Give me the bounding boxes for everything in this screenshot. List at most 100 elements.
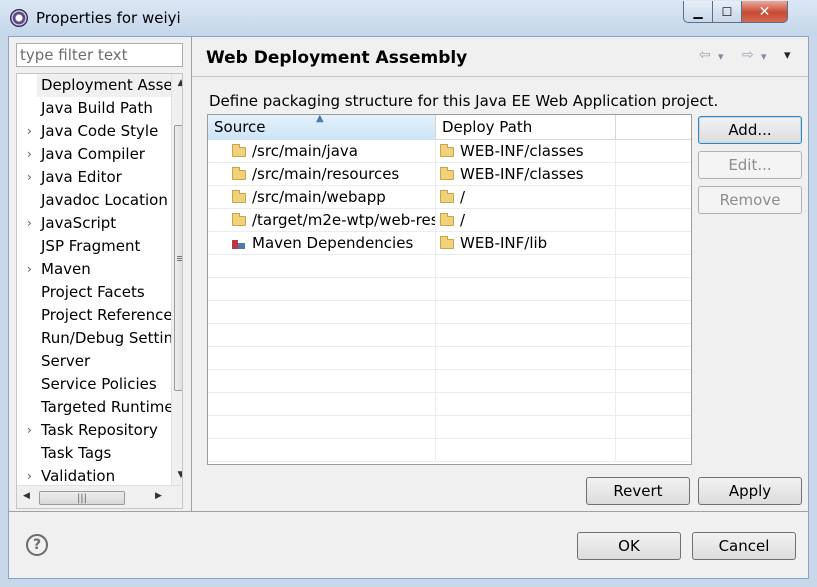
source-cell	[208, 416, 436, 439]
forward-dropdown-icon[interactable]: ▾	[761, 50, 767, 63]
tree-item-label: Java Editor	[41, 168, 122, 186]
deploy-path-cell: WEB-INF/lib	[436, 232, 616, 255]
close-button[interactable]: ✕	[741, 1, 788, 23]
tree-item[interactable]: Service Policies	[17, 373, 172, 396]
expand-chevron-icon[interactable]: ›	[27, 212, 32, 235]
deploy-path-cell: /	[436, 209, 616, 232]
deploy-path-cell	[436, 370, 616, 393]
source-cell	[208, 393, 436, 416]
table-row[interactable]: /src/main/resources WEB-INF/classes	[208, 163, 691, 186]
eclipse-icon	[10, 9, 28, 27]
filler-cell	[616, 324, 691, 347]
tree-item-label: Server	[41, 352, 91, 370]
source-text: /src/main/resources	[252, 165, 400, 183]
scroll-thumb[interactable]: |||	[39, 491, 125, 505]
source-cell: /target/m2e-wtp/web-resources	[208, 209, 436, 232]
assembly-table: Source ▲ Deploy Path /src/main/java WEB-I…	[207, 114, 692, 465]
tree-item-label: Task Tags	[41, 444, 112, 462]
tree-item[interactable]: › Java Compiler	[17, 143, 172, 166]
cancel-button[interactable]: Cancel	[692, 532, 796, 560]
column-header-deploy-path[interactable]: Deploy Path	[436, 115, 616, 140]
deploy-path-cell	[436, 324, 616, 347]
tree-item[interactable]: Java Build Path	[17, 97, 172, 120]
empty-table-row	[208, 370, 691, 393]
back-icon[interactable]: ⇦	[699, 47, 711, 63]
table-row[interactable]: /src/main/java WEB-INF/classes	[208, 140, 691, 163]
scroll-thumb[interactable]: ≡	[174, 125, 182, 391]
tree-horizontal-scrollbar[interactable]: ◀ ||| ▶	[17, 485, 182, 508]
source-cell	[208, 324, 436, 347]
folder-icon	[232, 144, 246, 157]
tree-item[interactable]: Server	[17, 350, 172, 373]
tree-item[interactable]: › Java Code Style	[17, 120, 172, 143]
expand-chevron-icon[interactable]: ›	[27, 166, 32, 189]
tree-vertical-scrollbar[interactable]: ▲ ≡ ▼	[171, 74, 182, 485]
tree-item[interactable]: Task Tags	[17, 442, 172, 465]
help-icon[interactable]: ?	[26, 534, 48, 556]
filter-input[interactable]	[16, 43, 183, 67]
deploy-path-cell	[436, 278, 616, 301]
add-button[interactable]: Add...	[698, 116, 802, 144]
button-bar-separator	[9, 511, 808, 512]
tree-item[interactable]: › JavaScript	[17, 212, 172, 235]
apply-button[interactable]: Apply	[698, 477, 802, 505]
filler-cell	[616, 278, 691, 301]
tree-item[interactable]: Targeted Runtimes	[17, 396, 172, 419]
sash[interactable]	[191, 37, 192, 511]
back-dropdown-icon[interactable]: ▾	[718, 50, 724, 63]
filler-cell	[616, 163, 691, 186]
empty-table-row	[208, 416, 691, 439]
revert-button[interactable]: Revert	[586, 477, 690, 505]
minimize-icon: ▁	[693, 4, 703, 19]
source-cell	[208, 255, 436, 278]
folder-icon	[440, 144, 454, 157]
tree-item[interactable]: › Task Repository	[17, 419, 172, 442]
tree-item[interactable]: Run/Debug Settings	[17, 327, 172, 350]
view-menu-icon[interactable]: ▾	[784, 48, 791, 63]
folder-icon	[440, 236, 454, 249]
maximize-button[interactable]: ☐	[712, 1, 742, 23]
tree-item[interactable]: › Maven	[17, 258, 172, 281]
expand-chevron-icon[interactable]: ›	[27, 419, 32, 442]
close-icon: ✕	[758, 3, 771, 20]
folder-icon	[440, 190, 454, 203]
column-header-source[interactable]: Source ▲	[208, 115, 436, 140]
remove-button[interactable]: Remove	[698, 186, 802, 214]
filler-cell	[616, 255, 691, 278]
scroll-down-icon[interactable]: ▼	[175, 470, 182, 480]
tree-item-label: Project Facets	[41, 283, 145, 301]
forward-icon[interactable]: ⇨	[742, 47, 754, 63]
tree-item[interactable]: Javadoc Location	[17, 189, 172, 212]
ok-button[interactable]: OK	[577, 532, 681, 560]
edit-button[interactable]: Edit...	[698, 151, 802, 179]
tree-item[interactable]: Project References	[17, 304, 172, 327]
scroll-up-icon[interactable]: ▲	[175, 78, 182, 88]
tree-item[interactable]: › Java Editor	[17, 166, 172, 189]
scroll-left-icon[interactable]: ◀	[23, 491, 30, 501]
expand-chevron-icon[interactable]: ›	[27, 120, 32, 143]
source-text: /src/main/webapp	[252, 188, 386, 206]
source-text: /src/main/java	[252, 142, 358, 160]
tree-item[interactable]: JSP Fragment	[17, 235, 172, 258]
expand-chevron-icon[interactable]: ›	[27, 143, 32, 166]
scroll-right-icon[interactable]: ▶	[155, 491, 162, 501]
expand-chevron-icon[interactable]: ›	[27, 258, 32, 281]
table-row[interactable]: /src/main/webapp /	[208, 186, 691, 209]
property-page-tree: Deployment Assembly Java Build Path › Java …	[16, 73, 183, 509]
folder-icon	[232, 213, 246, 226]
deploy-path-text: WEB-INF/classes	[460, 142, 584, 160]
table-row[interactable]: Maven Dependencies WEB-INF/lib	[208, 232, 691, 255]
maximize-icon: ☐	[721, 4, 733, 19]
deploy-path-text: WEB-INF/classes	[460, 165, 584, 183]
table-row[interactable]: /target/m2e-wtp/web-resources /	[208, 209, 691, 232]
minimize-button[interactable]: ▁	[683, 1, 713, 23]
maven-library-icon	[232, 237, 246, 249]
source-cell: /src/main/webapp	[208, 186, 436, 209]
tree-item[interactable]: Deployment Assembly	[17, 74, 172, 97]
tree-item-label: Service Policies	[41, 375, 157, 393]
tree-item-label: Targeted Runtimes	[41, 398, 172, 416]
column-header-filler	[616, 115, 691, 140]
deploy-path-cell	[436, 393, 616, 416]
page-description: Define packaging structure for this Java…	[209, 92, 719, 110]
tree-item[interactable]: Project Facets	[17, 281, 172, 304]
